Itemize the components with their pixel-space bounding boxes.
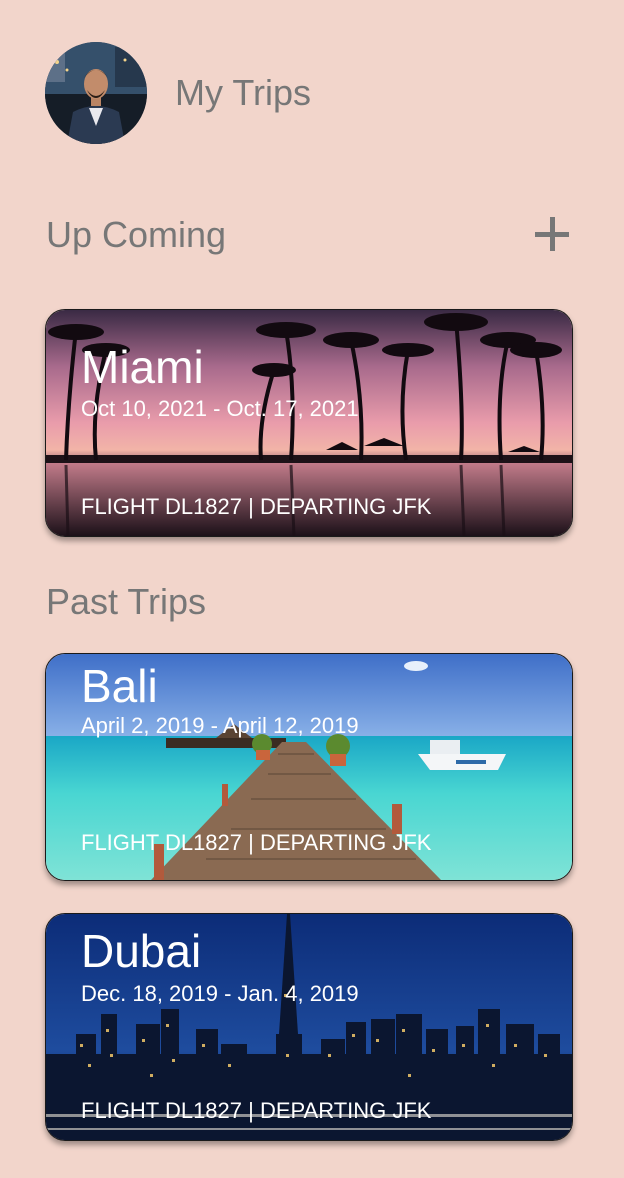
plus-icon <box>535 217 569 251</box>
trip-flight-info: FLIGHT DL1827 | DEPARTING JFK <box>81 1098 432 1123</box>
trip-card-bali[interactable]: Bali April 2, 2019 - April 12, 2019 FLIG… <box>45 653 573 881</box>
trip-city: Dubai <box>81 925 202 977</box>
trip-dates: Oct 10, 2021 - Oct. 17, 2021 <box>81 396 359 421</box>
trip-card-miami[interactable]: Miami Oct 10, 2021 - Oct. 17, 2021 FLIGH… <box>45 309 573 537</box>
profile-avatar[interactable] <box>45 42 147 144</box>
trip-card-dubai[interactable]: Dubai Dec. 18, 2019 - Jan. 4, 2019 FLIGH… <box>45 913 573 1141</box>
trip-dates: Dec. 18, 2019 - Jan. 4, 2019 <box>81 981 359 1006</box>
upcoming-section-title: Up Coming <box>46 214 227 255</box>
add-trip-button[interactable] <box>530 212 576 258</box>
page-title: My Trips <box>175 72 312 113</box>
trip-dates: April 2, 2019 - April 12, 2019 <box>81 713 359 738</box>
trip-city: Miami <box>81 341 204 393</box>
past-trips-section-title: Past Trips <box>46 581 207 622</box>
user-avatar-icon <box>45 42 147 144</box>
trip-city: Bali <box>81 660 158 712</box>
trip-flight-info: FLIGHT DL1827 | DEPARTING JFK <box>81 494 432 519</box>
trip-flight-info: FLIGHT DL1827 | DEPARTING JFK <box>81 830 432 855</box>
